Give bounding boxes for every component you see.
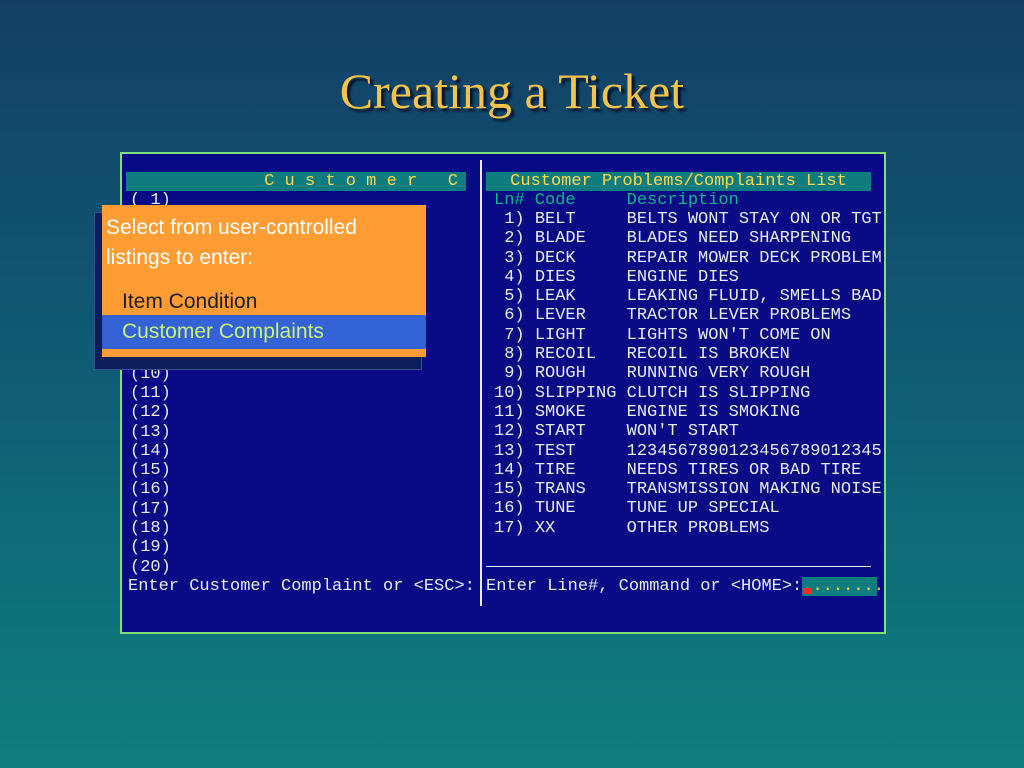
complaint-row[interactable]: 1) BELT BELTS WONT STAY ON OR TGT bbox=[494, 210, 882, 229]
complaint-row[interactable]: 10) SLIPPING CLUTCH IS SLIPPING bbox=[494, 384, 882, 403]
complaint-line-number: 11) bbox=[494, 402, 535, 422]
callout-item-customer-complaints[interactable]: Customer Complaints bbox=[122, 320, 324, 344]
complaint-description: RUNNING VERY ROUGH bbox=[626, 364, 811, 384]
left-pane-row: (13) bbox=[130, 422, 171, 442]
complaint-description: ENGINE DIES bbox=[626, 267, 739, 287]
complaint-line-number: 1) bbox=[494, 210, 535, 229]
complaint-code: LEAK bbox=[534, 287, 627, 307]
left-pane-row: (20) bbox=[130, 557, 171, 577]
complaint-row[interactable]: 14) TIRE NEEDS TIRES OR BAD TIRE bbox=[494, 461, 882, 480]
complaint-line-number: 7) bbox=[494, 325, 535, 345]
complaint-row[interactable]: 6) LEVER TRACTOR LEVER PROBLEMS bbox=[494, 306, 882, 325]
line-command-input-value: ........ bbox=[802, 577, 884, 596]
complaint-line-number: 3) bbox=[494, 248, 535, 268]
complaint-code: LIGHT bbox=[534, 325, 627, 345]
complaint-code: SMOKE bbox=[534, 402, 627, 422]
slide-title: Creating a Ticket bbox=[339, 63, 685, 119]
left-pane-row: (15) bbox=[130, 461, 171, 481]
complaint-line-number: 12) bbox=[494, 422, 535, 442]
left-pane-row: (17) bbox=[130, 499, 171, 519]
callout-line-2: listings to enter: bbox=[106, 246, 254, 269]
complaint-line-number: 8) bbox=[494, 345, 535, 365]
complaint-code: XX bbox=[534, 518, 627, 538]
complaint-row[interactable]: 11) SMOKE ENGINE IS SMOKING bbox=[494, 403, 882, 422]
complaint-code: BELT bbox=[534, 210, 627, 229]
complaint-code: ROUGH bbox=[534, 364, 627, 384]
complaint-description: BELTS WONT STAY ON OR TGT bbox=[626, 210, 882, 229]
complaint-description: TRACTOR LEVER PROBLEMS bbox=[626, 306, 852, 326]
left-pane-row: (12) bbox=[130, 403, 171, 423]
complaint-code: SLIPPING bbox=[534, 383, 627, 403]
left-pane-row: (19) bbox=[130, 538, 171, 558]
left-pane-row: (14) bbox=[130, 441, 171, 461]
complaints-list: 1) BELT BELTS WONT STAY ON OR TGT 2) BLA… bbox=[494, 210, 882, 538]
complaint-description: LIGHTS WON'T COME ON bbox=[626, 325, 831, 345]
complaint-description: REPAIR MOWER DECK PROBLEM bbox=[626, 248, 882, 268]
line-command-label: Enter Line#, Command or <HOME>: bbox=[486, 577, 803, 596]
complaint-row[interactable]: 16) TUNE TUNE UP SPECIAL bbox=[494, 499, 882, 518]
complaint-code: TEST bbox=[534, 441, 627, 461]
callout-box: Select from user-controlled listings to … bbox=[102, 205, 426, 357]
callout-line-1: Select from user-controlled bbox=[106, 216, 357, 239]
complaint-description: TRANSMISSION MAKING NOISE bbox=[626, 480, 882, 500]
complaint-line-number: 10) bbox=[494, 383, 535, 403]
complaint-code: TIRE bbox=[534, 460, 627, 480]
list-separator bbox=[486, 566, 871, 567]
complaint-row[interactable]: 15) TRANS TRANSMISSION MAKING NOISE bbox=[494, 480, 882, 499]
complaint-code: TUNE bbox=[534, 499, 627, 519]
complaint-description: RECOIL IS BROKEN bbox=[626, 345, 790, 365]
complaint-line-number: 5) bbox=[494, 287, 535, 307]
left-pane-row: (18) bbox=[130, 519, 171, 539]
complaint-row[interactable]: 8) RECOIL RECOIL IS BROKEN bbox=[494, 345, 882, 364]
complaint-code: BLADE bbox=[534, 229, 627, 249]
complaint-description: WON'T START bbox=[626, 422, 739, 442]
complaint-code: DIES bbox=[534, 267, 627, 287]
complaint-row[interactable]: 17) XX OTHER PROBLEMS bbox=[494, 519, 882, 538]
complaint-code: LEVER bbox=[534, 306, 627, 326]
complaint-description: 1234567890123456789012345 bbox=[626, 441, 882, 461]
callout-text: Select from user-controlled listings to … bbox=[106, 213, 357, 273]
complaint-line-number: 16) bbox=[494, 499, 535, 519]
left-pane-header: C u s t o m e r C bbox=[126, 172, 466, 191]
column-headers: Ln# Code Description bbox=[494, 191, 739, 210]
complaint-code: TRANS bbox=[534, 480, 627, 500]
complaint-line-number: 4) bbox=[494, 267, 535, 287]
cursor-marker bbox=[804, 588, 813, 594]
left-pane-row: (11) bbox=[130, 383, 171, 403]
complaint-line-number: 13) bbox=[494, 441, 535, 461]
complaints-list-header: Customer Problems/Complaints List bbox=[486, 172, 871, 191]
complaint-row[interactable]: 3) DECK REPAIR MOWER DECK PROBLEM bbox=[494, 249, 882, 268]
pane-divider bbox=[480, 160, 482, 606]
complaint-description: CLUTCH IS SLIPPING bbox=[626, 383, 811, 403]
complaint-line-number: 15) bbox=[494, 480, 535, 500]
line-command-input[interactable]: ........ bbox=[802, 577, 884, 597]
complaint-description: NEEDS TIRES OR BAD TIRE bbox=[626, 460, 862, 480]
complaint-row[interactable]: 7) LIGHT LIGHTS WON'T COME ON bbox=[494, 326, 882, 345]
left-pane-row: (16) bbox=[130, 480, 171, 500]
complaint-line-number: 17) bbox=[494, 518, 535, 538]
complaint-description: ENGINE IS SMOKING bbox=[626, 402, 801, 422]
complaint-description: BLADES NEED SHARPENING bbox=[626, 229, 852, 249]
callout-item-condition[interactable]: Item Condition bbox=[122, 290, 257, 314]
complaint-code: RECOIL bbox=[534, 345, 627, 365]
complaint-row[interactable]: 13) TEST 1234567890123456789012345 bbox=[494, 442, 882, 461]
complaint-row[interactable]: 4) DIES ENGINE DIES bbox=[494, 268, 882, 287]
complaint-code: START bbox=[534, 422, 627, 442]
complaint-row[interactable]: 2) BLADE BLADES NEED SHARPENING bbox=[494, 229, 882, 248]
complaint-row[interactable]: 12) START WON'T START bbox=[494, 422, 882, 441]
line-command-prompt: Enter Line#, Command or <HOME>:........ bbox=[486, 577, 884, 597]
complaint-line-number: 14) bbox=[494, 460, 535, 480]
complaint-line-number: 9) bbox=[494, 364, 535, 384]
complaint-description: LEAKING FLUID, SMELLS BAD bbox=[626, 287, 882, 307]
complaint-description: OTHER PROBLEMS bbox=[626, 518, 770, 538]
complaint-line-number: 2) bbox=[494, 229, 535, 249]
complaint-code: DECK bbox=[534, 248, 627, 268]
complaint-prompt: Enter Customer Complaint or <ESC>: bbox=[128, 577, 475, 596]
complaint-row[interactable]: 5) LEAK LEAKING FLUID, SMELLS BAD bbox=[494, 287, 882, 306]
complaint-row[interactable]: 9) ROUGH RUNNING VERY ROUGH bbox=[494, 364, 882, 383]
complaint-line-number: 6) bbox=[494, 306, 535, 326]
complaint-description: TUNE UP SPECIAL bbox=[626, 499, 780, 519]
